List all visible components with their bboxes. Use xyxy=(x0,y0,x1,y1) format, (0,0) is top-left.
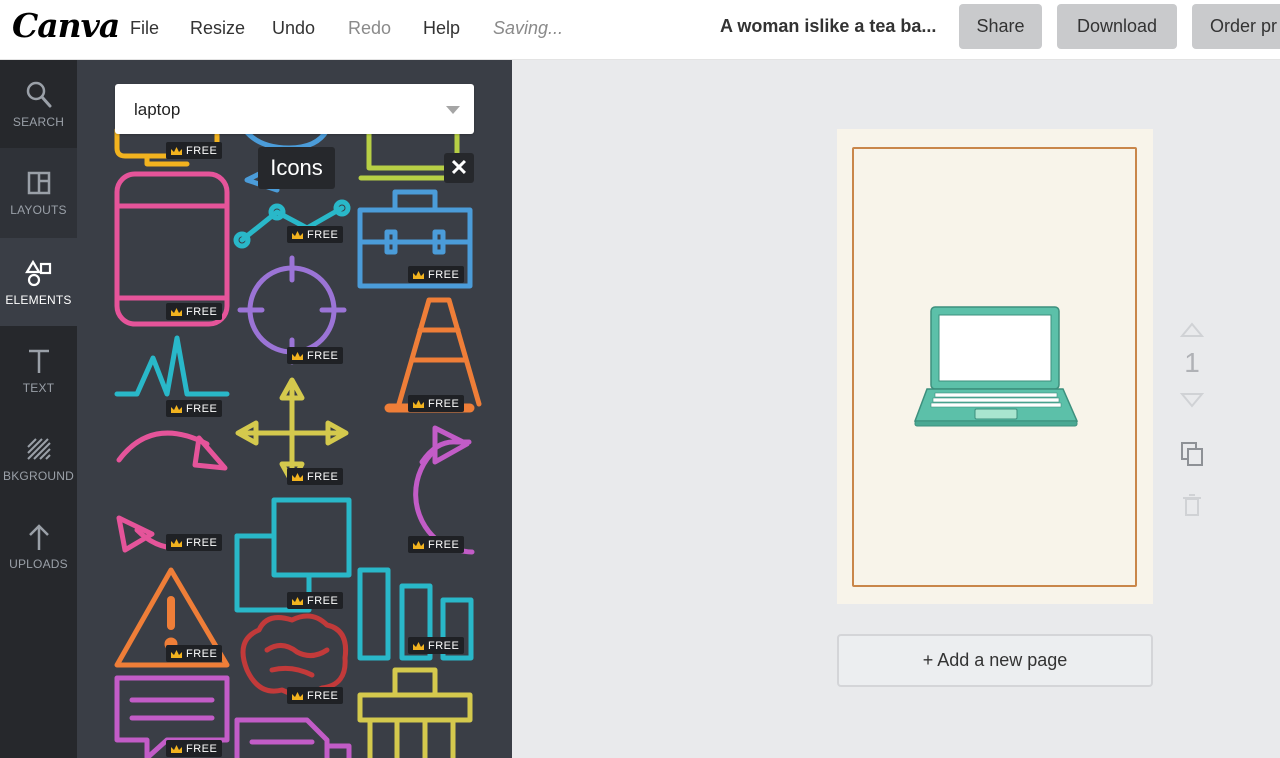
sidebar-item-uploads[interactable]: UPLOADS xyxy=(0,502,77,590)
crown-icon xyxy=(292,351,303,360)
share-button[interactable]: Share xyxy=(959,4,1042,49)
left-sidebar: SEARCH LAYOUTS ELEMENTS TEXT BKGROUND UP… xyxy=(0,60,77,758)
close-icon[interactable]: ✕ xyxy=(444,153,474,183)
crown-icon xyxy=(413,399,424,408)
menu-file[interactable]: File xyxy=(130,18,159,39)
crown-icon xyxy=(171,744,182,753)
traffic-cone-icon[interactable] xyxy=(384,297,482,413)
page-controls xyxy=(1175,320,1209,347)
trash-bin-icon[interactable] xyxy=(357,667,473,758)
sidebar-item-layouts[interactable]: LAYOUTS xyxy=(0,148,77,238)
crown-icon xyxy=(413,270,424,279)
search-input[interactable]: laptop xyxy=(115,84,474,134)
move-arrows-icon[interactable] xyxy=(235,377,349,485)
document-title[interactable]: A woman islike a tea ba... xyxy=(720,16,936,37)
heartbeat-icon[interactable] xyxy=(114,335,230,397)
layout-icon xyxy=(0,168,77,198)
brain-icon[interactable] xyxy=(240,613,349,697)
order-prints-button[interactable]: Order pr xyxy=(1192,4,1280,49)
curved-arrow-icon[interactable] xyxy=(116,430,228,553)
page-number: 1 xyxy=(1184,347,1200,378)
laptop-illustration[interactable] xyxy=(913,305,1079,429)
sidebar-item-background[interactable]: BKGROUND xyxy=(0,414,77,502)
shapes-icon xyxy=(0,258,77,288)
background-icon xyxy=(0,434,77,464)
menu-undo[interactable]: Undo xyxy=(272,18,315,39)
canva-logo[interactable]: Canva xyxy=(12,6,120,45)
free-badge: FREE xyxy=(287,347,344,364)
crown-icon xyxy=(292,472,303,481)
dropdown-caret-icon[interactable] xyxy=(446,106,460,114)
delete-page-icon[interactable] xyxy=(1181,493,1203,517)
free-badge: FREE xyxy=(408,536,465,553)
text-icon xyxy=(0,346,77,376)
crown-icon xyxy=(171,649,182,658)
copy-page-icon[interactable] xyxy=(1179,440,1205,468)
sidebar-item-label: BKGROUND xyxy=(3,469,74,483)
crown-icon xyxy=(413,641,424,650)
search-value: laptop xyxy=(134,100,181,119)
sidebar-item-search[interactable]: SEARCH xyxy=(0,60,77,148)
crown-icon xyxy=(413,540,424,549)
page-down-icon[interactable] xyxy=(1175,390,1209,412)
search-icon xyxy=(0,80,77,110)
sidebar-item-label: SEARCH xyxy=(12,115,65,129)
sidebar-item-label: TEXT xyxy=(22,381,55,395)
save-status: Saving... xyxy=(493,18,564,38)
add-page-button[interactable]: + Add a new page xyxy=(837,634,1153,687)
free-badge: FREE xyxy=(287,687,344,704)
sidebar-item-text[interactable]: TEXT xyxy=(0,326,77,414)
crown-icon xyxy=(171,404,182,413)
smartphone-icon[interactable] xyxy=(114,171,230,327)
sidebar-item-elements[interactable]: ELEMENTS xyxy=(0,238,77,326)
crown-icon xyxy=(171,146,182,155)
menu-resize[interactable]: Resize xyxy=(190,18,245,39)
free-badge: FREE xyxy=(166,400,223,417)
menu-redo[interactable]: Redo xyxy=(348,18,391,39)
download-button[interactable]: Download xyxy=(1057,4,1177,49)
free-badge: FREE xyxy=(287,592,344,609)
free-badge: FREE xyxy=(287,226,344,243)
free-badge: FREE xyxy=(166,534,223,551)
crown-icon xyxy=(292,691,303,700)
crown-icon xyxy=(171,538,182,547)
free-badge: FREE xyxy=(166,303,223,320)
free-badge: FREE xyxy=(408,637,465,654)
document-icon[interactable] xyxy=(234,717,352,758)
sidebar-item-label: ELEMENTS xyxy=(5,293,72,307)
sidebar-item-label: LAYOUTS xyxy=(10,203,67,217)
free-badge: FREE xyxy=(408,395,465,412)
crown-icon xyxy=(292,230,303,239)
free-badge: FREE xyxy=(166,645,223,662)
free-badge: FREE xyxy=(166,142,223,159)
top-bar: Canva File Resize Undo Redo Help Saving.… xyxy=(0,0,1280,60)
page-up-icon[interactable] xyxy=(1175,320,1209,342)
icons-tooltip: Icons xyxy=(258,147,335,189)
upload-arrow-icon xyxy=(0,522,77,552)
sidebar-item-label: UPLOADS xyxy=(9,557,68,571)
free-badge: FREE xyxy=(287,468,344,485)
design-page[interactable] xyxy=(837,129,1153,604)
menu-help[interactable]: Help xyxy=(423,18,460,39)
design-canvas-area: 1 + Add a new page xyxy=(512,60,1280,758)
elements-panel: FREE FREE FREE FREE FREE FREE FREE FREE … xyxy=(77,60,512,758)
crown-icon xyxy=(171,307,182,316)
circular-arrow-icon[interactable] xyxy=(413,425,475,555)
free-badge: FREE xyxy=(408,266,465,283)
free-badge: FREE xyxy=(166,740,223,757)
crown-icon xyxy=(292,596,303,605)
